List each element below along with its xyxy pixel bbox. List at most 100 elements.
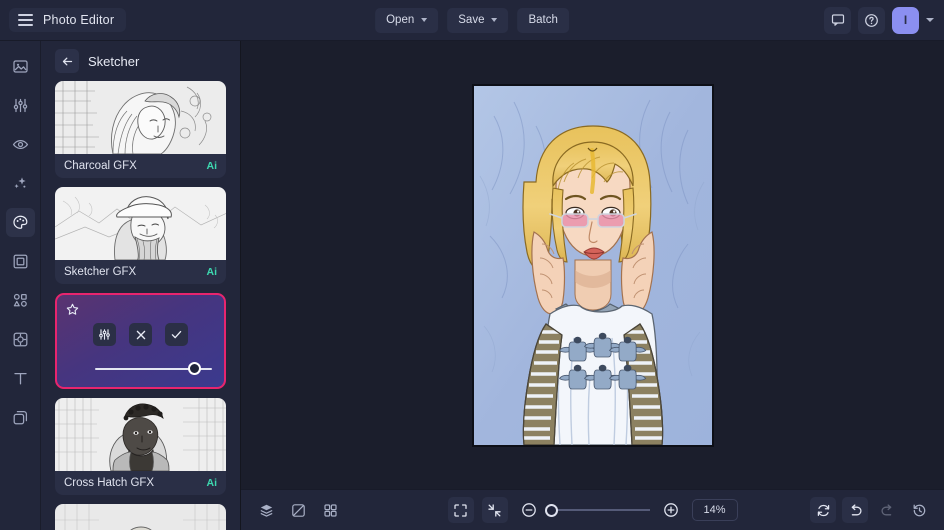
chevron-down-icon <box>421 18 428 22</box>
rail-item-image[interactable] <box>6 52 35 81</box>
panel-header: Sketcher <box>41 41 240 81</box>
favorite-button[interactable] <box>66 303 79 321</box>
history-controls <box>810 497 932 523</box>
preset-card-crosshatch[interactable]: Cross Hatch GFX Ai <box>55 398 226 495</box>
file-actions: Open Save Batch <box>375 7 569 33</box>
slider-knob[interactable] <box>187 362 201 375</box>
effects-icon <box>13 332 27 347</box>
preset-card-charcoal[interactable]: Charcoal GFX Ai <box>55 81 226 178</box>
preset-meta: Charcoal GFX Ai <box>55 154 226 178</box>
app-menu-button[interactable]: Photo Editor <box>9 8 127 32</box>
adjustments-icon <box>13 98 27 113</box>
zoom-slider[interactable] <box>545 503 650 517</box>
zoom-controls: 14% <box>447 497 738 523</box>
preset-meta: Sketcher GFX Ai <box>55 260 226 284</box>
tool-rail <box>0 41 41 530</box>
arrow-left-icon <box>62 57 72 65</box>
panel-title: Sketcher <box>88 53 140 69</box>
rail-item-text[interactable] <box>6 364 35 393</box>
star-icon <box>66 303 79 315</box>
app-title: Photo Editor <box>43 13 115 27</box>
rail-item-preview[interactable] <box>6 130 35 159</box>
history-button[interactable] <box>906 497 932 523</box>
preset-thumbnail <box>55 81 226 154</box>
slider-knob[interactable] <box>545 503 558 517</box>
preset-thumbnail <box>55 504 226 530</box>
rail-item-effects[interactable] <box>6 325 35 354</box>
compare-split-icon <box>291 503 305 517</box>
open-button[interactable]: Open <box>375 7 439 33</box>
help-icon <box>865 13 878 27</box>
layers-button[interactable] <box>253 497 279 523</box>
ai-badge: Ai <box>206 160 218 172</box>
rail-item-layers[interactable] <box>6 403 35 432</box>
zoom-in-button[interactable] <box>658 497 684 523</box>
batch-button[interactable]: Batch <box>517 7 569 33</box>
canvas-area: 14% <box>241 41 944 530</box>
redo-icon <box>880 503 891 515</box>
preset-card-sketcher[interactable]: Sketcher GFX Ai <box>55 187 226 284</box>
edited-photo <box>473 85 712 445</box>
hamburger-icon <box>18 14 33 26</box>
zoom-out-icon <box>521 503 536 517</box>
settings-button[interactable] <box>93 323 116 346</box>
rail-item-frame[interactable] <box>6 247 35 276</box>
undo-button[interactable] <box>842 497 868 523</box>
account-actions: I <box>824 6 934 34</box>
fit-screen-button[interactable] <box>447 497 474 523</box>
sketcher-preview-image <box>55 187 226 260</box>
preset-thumbnail <box>55 187 226 260</box>
zoom-in-icon <box>663 503 678 517</box>
comment-icon <box>831 14 844 26</box>
rail-item-adjustments[interactable] <box>6 91 35 120</box>
presets-panel: Sketcher Charcoal GFX Ai Sketcher GFX Ai… <box>41 41 241 530</box>
charcoal-preview-image <box>55 81 226 154</box>
batch-label: Batch <box>528 14 558 26</box>
help-button[interactable] <box>858 6 885 34</box>
account-chevron-down-icon[interactable] <box>926 18 934 22</box>
grid-button[interactable] <box>317 497 343 523</box>
preset-card-editing[interactable] <box>55 293 226 389</box>
save-button[interactable]: Save <box>447 7 509 33</box>
ai-badge: Ai <box>206 266 218 278</box>
rail-item-styles[interactable] <box>5 208 35 237</box>
artboard[interactable] <box>471 83 714 447</box>
fit-screen-icon <box>454 503 467 517</box>
grid-icon <box>323 503 337 517</box>
view-tools <box>253 497 343 523</box>
preset-name: Charcoal GFX <box>64 160 137 172</box>
compare-button[interactable] <box>285 497 311 523</box>
cancel-button[interactable] <box>129 323 152 346</box>
apply-button[interactable] <box>165 323 188 346</box>
workspace: Sketcher Charcoal GFX Ai Sketcher GFX Ai… <box>0 41 944 530</box>
zoom-out-button[interactable] <box>516 497 542 523</box>
preset-name: Sketcher GFX <box>64 266 137 278</box>
shapes-icon <box>13 293 27 307</box>
avatar[interactable]: I <box>892 6 919 34</box>
redo-button[interactable] <box>874 497 900 523</box>
reset-icon <box>817 504 829 516</box>
layers-icon <box>13 410 27 425</box>
top-toolbar: Photo Editor Open Save Batch I <box>0 0 944 41</box>
rail-item-magic[interactable] <box>6 169 35 198</box>
shrink-button[interactable] <box>481 497 508 523</box>
back-button[interactable] <box>55 49 79 73</box>
shrink-icon <box>488 503 501 517</box>
check-icon <box>171 330 182 339</box>
eye-icon <box>12 139 28 150</box>
ai-badge: Ai <box>206 477 218 489</box>
sliders-icon <box>99 329 110 340</box>
comment-button[interactable] <box>824 6 851 34</box>
preset-list[interactable]: Charcoal GFX Ai Sketcher GFX Ai Cross Ha… <box>41 81 240 530</box>
image-icon <box>12 60 28 73</box>
reset-button[interactable] <box>810 497 836 523</box>
strength-slider[interactable] <box>95 361 212 377</box>
preset-card-partial[interactable] <box>55 504 226 530</box>
zoom-level[interactable]: 14% <box>691 499 738 521</box>
canvas-stage[interactable] <box>241 41 944 489</box>
rail-item-shapes[interactable] <box>6 286 35 315</box>
sparkles-icon <box>14 177 26 189</box>
slider-track <box>549 509 650 511</box>
undo-icon <box>851 503 862 515</box>
palette-icon <box>12 215 27 229</box>
